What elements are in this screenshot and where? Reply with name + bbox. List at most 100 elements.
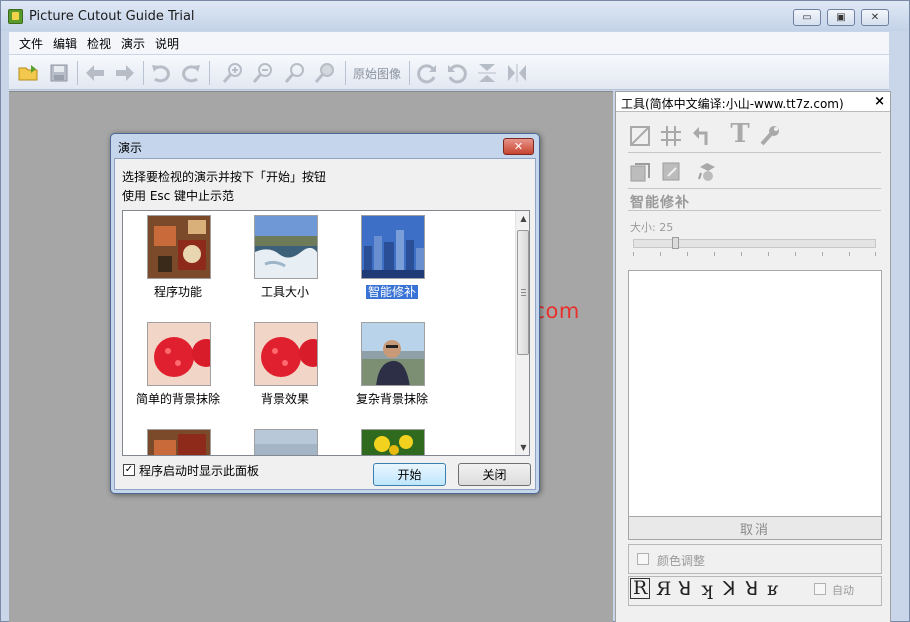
toolbar: 原始图像 — [9, 55, 889, 90]
thumbnail-label[interactable]: 复杂背景抹除 — [337, 390, 447, 407]
menu-view[interactable]: 检视 — [87, 35, 111, 52]
app-icon — [8, 9, 23, 24]
rotate-ccw-icon[interactable] — [445, 61, 469, 85]
glyph-style-1[interactable]: R — [630, 578, 651, 599]
dialog-hint: 使用 Esc 键中止示范 — [122, 189, 235, 203]
auto-checkbox[interactable] — [814, 583, 826, 595]
toolbar-separator — [143, 61, 144, 85]
toolbar-separator — [409, 61, 410, 85]
toolbar-separator — [77, 61, 78, 85]
thumbnail-image[interactable] — [147, 322, 211, 386]
undo-icon[interactable] — [149, 61, 173, 85]
thumbnail-label[interactable]: 程序功能 — [123, 283, 233, 300]
glyph-style-2[interactable]: Я — [656, 578, 671, 600]
auto-label: 自动 — [832, 584, 854, 597]
crop-icon[interactable] — [628, 124, 652, 148]
panel-close-icon[interactable]: × — [874, 94, 885, 109]
demo-gallery[interactable]: 程序功能 工具大小 智能修补 简单的背景抹除 背景效果 复杂背景抹除 ▲ ▼ — [122, 210, 530, 456]
zoom-fit-icon[interactable] — [283, 61, 307, 85]
color-adjust-group: 颜色调整 — [628, 544, 882, 574]
thumbnail-label-selected[interactable]: 智能修补 — [337, 283, 447, 300]
tools-panel: 工具(简体中文编译:小山-www.tt7z.com) × T 智能修补 大小: — [615, 91, 891, 622]
wrench-icon[interactable] — [758, 124, 782, 148]
maximize-button[interactable]: ▣ — [827, 9, 855, 26]
forward-icon[interactable] — [113, 61, 137, 85]
thumbnail-image[interactable] — [361, 322, 425, 386]
scroll-grip — [521, 289, 526, 290]
menu-demo[interactable]: 演示 — [121, 35, 145, 52]
menu-file[interactable]: 文件 — [19, 35, 43, 52]
dialog-body: 选择要检视的演示并按下「开始」按钮 使用 Esc 键中止示范 程序功能 工具大小… — [114, 158, 536, 490]
start-button[interactable]: 开始 — [373, 463, 446, 486]
grid-icon[interactable] — [659, 124, 683, 148]
original-image-button[interactable]: 原始图像 — [353, 65, 401, 82]
thumbnail-image[interactable] — [254, 322, 318, 386]
scroll-grip — [521, 292, 526, 293]
preview-area — [628, 270, 882, 517]
show-on-startup-checkbox[interactable]: ✓ — [123, 464, 135, 476]
dialog-title-bar[interactable]: 演示 ✕ — [111, 134, 539, 158]
color-adjust-label: 颜色调整 — [657, 554, 706, 568]
thumbnail-image[interactable] — [361, 215, 425, 279]
dialog-close-icon[interactable]: ✕ — [503, 138, 534, 155]
dialog-title: 演示 — [118, 141, 143, 155]
copy-layer-icon[interactable] — [628, 160, 652, 184]
slider-ticks — [633, 252, 876, 256]
thumbnail-label[interactable]: 简单的背景抹除 — [123, 390, 233, 407]
flip-vertical-icon[interactable] — [475, 61, 499, 85]
redo-icon[interactable] — [179, 61, 203, 85]
panel-title: 工具(简体中文编译:小山-www.tt7z.com) — [621, 97, 844, 111]
menu-help[interactable]: 说明 — [155, 35, 179, 52]
menu-bar: 文件 编辑 检视 演示 说明 — [9, 32, 889, 54]
window-title: Picture Cutout Guide Trial — [29, 9, 195, 24]
scroll-down-icon[interactable]: ▼ — [516, 440, 529, 455]
open-icon[interactable] — [17, 61, 41, 85]
panel-divider — [628, 210, 881, 211]
show-on-startup-label[interactable]: 程序启动时显示此面板 — [139, 462, 259, 479]
return-icon[interactable] — [690, 124, 714, 148]
glyph-style-6[interactable]: ꓤ — [745, 578, 758, 600]
stamp-icon[interactable] — [696, 160, 720, 184]
scroll-thumb[interactable] — [517, 230, 529, 355]
app-window: Picture Cutout Guide Trial ▭ ▣ ✕ 文件 编辑 检… — [0, 0, 910, 622]
color-adjust-checkbox[interactable] — [637, 553, 649, 565]
glyph-style-5[interactable]: ꓘ — [723, 578, 735, 600]
gallery-scrollbar[interactable]: ▲ ▼ — [515, 211, 529, 455]
brush-size-slider[interactable] — [633, 239, 876, 248]
demo-dialog: 演示 ✕ 选择要检视的演示并按下「开始」按钮 使用 Esc 键中止示范 程序功能… — [110, 133, 540, 494]
back-icon[interactable] — [83, 61, 107, 85]
zoom-in-icon[interactable] — [221, 61, 245, 85]
flip-horizontal-icon[interactable] — [505, 61, 529, 85]
cancel-button[interactable]: 取消 — [628, 516, 882, 540]
dialog-instruction: 选择要检视的演示并按下「开始」按钮 — [122, 170, 327, 184]
close-button[interactable]: ✕ — [861, 9, 889, 26]
toolbar-separator — [209, 61, 210, 85]
save-icon[interactable] — [47, 61, 71, 85]
minimize-button[interactable]: ▭ — [793, 9, 821, 26]
rotate-cw-icon[interactable] — [415, 61, 439, 85]
panel-title-bar[interactable]: 工具(简体中文编译:小山-www.tt7z.com) × — [616, 92, 890, 112]
thumbnail-label[interactable]: 背景效果 — [230, 390, 340, 407]
zoom-out-icon[interactable] — [251, 61, 275, 85]
panel-divider — [628, 152, 881, 153]
thumbnail-image[interactable] — [147, 215, 211, 279]
title-bar[interactable]: Picture Cutout Guide Trial ▭ ▣ ✕ — [1, 1, 909, 31]
slider-thumb[interactable] — [672, 237, 679, 249]
paste-layer-icon[interactable] — [659, 160, 683, 184]
text-icon[interactable]: T — [728, 119, 752, 149]
tool-heading: 智能修补 — [630, 195, 690, 211]
scroll-up-icon[interactable]: ▲ — [516, 211, 529, 226]
glyph-style-7[interactable]: ʁ — [767, 578, 778, 600]
thumbnail-image[interactable] — [254, 429, 318, 455]
menu-edit[interactable]: 编辑 — [53, 35, 77, 52]
thumbnail-image[interactable] — [147, 429, 211, 455]
toolbar-separator — [345, 61, 346, 85]
thumbnail-image[interactable] — [361, 429, 425, 455]
zoom-actual-icon[interactable] — [313, 61, 337, 85]
glyph-style-4[interactable]: ʞ — [701, 578, 713, 600]
panel-divider — [628, 188, 881, 189]
thumbnail-label[interactable]: 工具大小 — [230, 283, 340, 300]
close-dialog-button[interactable]: 关闭 — [458, 463, 531, 486]
glyph-style-3[interactable]: ꓤ — [678, 578, 691, 600]
thumbnail-image[interactable] — [254, 215, 318, 279]
